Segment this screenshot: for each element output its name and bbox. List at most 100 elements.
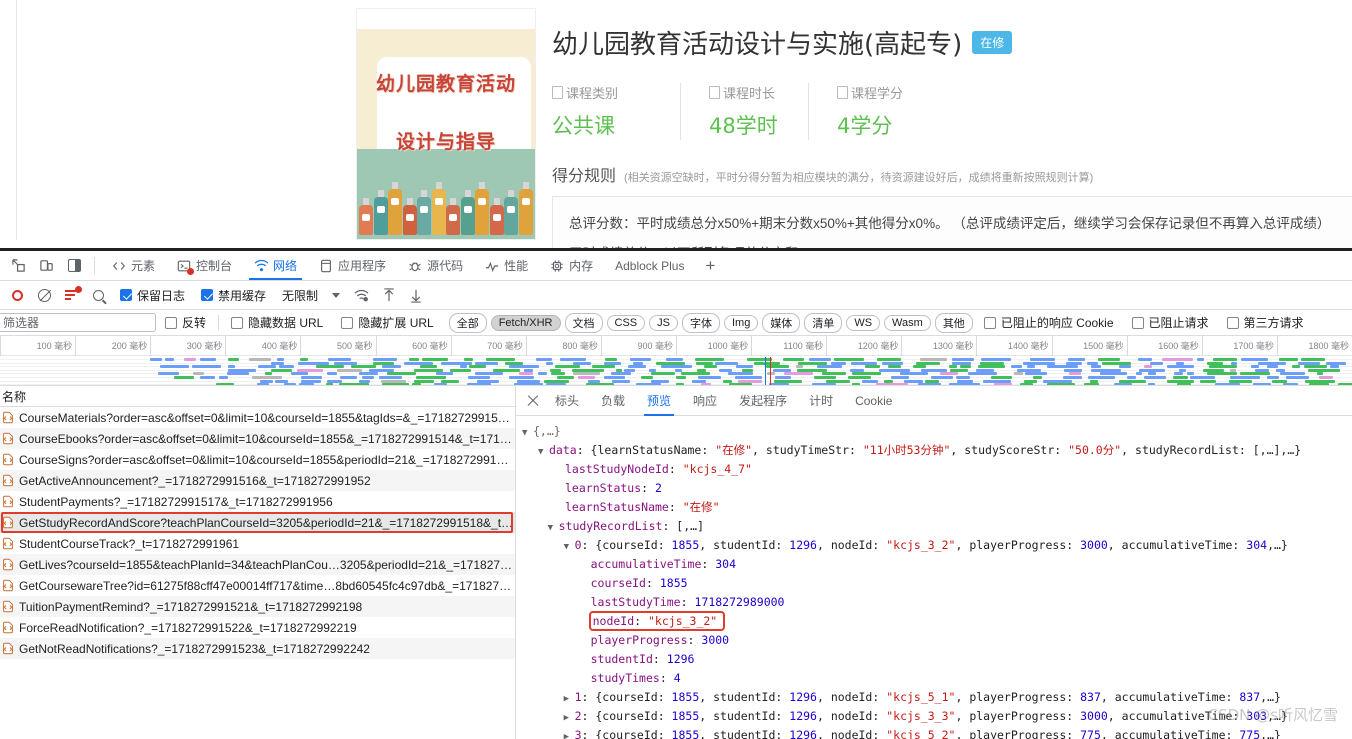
type-filter-其他[interactable]: 其他	[934, 312, 973, 333]
inspect-element-icon[interactable]	[4, 251, 32, 280]
request-name: CourseSigns?order=asc&offset=0&limit=10&…	[19, 452, 509, 467]
json-row[interactable]: courseId: 1855	[522, 574, 1352, 593]
json-row[interactable]: 3: {courseId: 1855, studentId: 1296, nod…	[522, 726, 1352, 739]
tab-adblock-plus[interactable]: Adblock Plus	[604, 251, 695, 280]
json-row[interactable]: learnStatus: 2	[522, 479, 1352, 498]
waterfall-bar	[460, 365, 468, 369]
waterfall-bar	[833, 358, 865, 361]
close-icon[interactable]	[522, 390, 544, 412]
table-row[interactable]: GetNotReadNotifications?_=1718272991523&…	[0, 638, 515, 659]
table-row[interactable]: GetCoursewareTree?id=61275f88cff47e00014…	[0, 575, 515, 596]
device-toolbar-icon[interactable]	[32, 251, 60, 280]
network-conditions-icon[interactable]	[348, 282, 375, 308]
waterfall-bar	[666, 358, 684, 361]
type-filter-css[interactable]: CSS	[606, 314, 646, 331]
detail-tab-响应[interactable]: 响应	[682, 386, 728, 416]
tab-网络[interactable]: 网络	[243, 251, 308, 280]
detail-tab-计时[interactable]: 计时	[798, 386, 844, 416]
clear-button[interactable]	[31, 282, 58, 308]
more-tabs-button[interactable]: +	[695, 251, 725, 280]
table-row[interactable]: GetActiveAnnouncement?_=1718272991516&_t…	[0, 470, 515, 491]
json-row[interactable]: studentId: 1296	[522, 650, 1352, 669]
throttling-dropdown[interactable]: 无限制	[274, 287, 348, 304]
json-row[interactable]: lastStudyNodeId: "kcjs_4_7"	[522, 460, 1352, 479]
json-row[interactable]: 2: {courseId: 1855, studentId: 1296, nod…	[522, 707, 1352, 726]
type-filter-清单[interactable]: 清单	[804, 312, 843, 333]
table-row[interactable]: CourseSigns?order=asc&offset=0&limit=10&…	[0, 449, 515, 470]
hide-extension-urls-checkbox[interactable]: 隐藏扩展 URL	[332, 314, 442, 331]
export-har-icon[interactable]	[402, 282, 429, 308]
json-token: "kcjs_3_2"	[648, 614, 718, 628]
scoring-rule-line: 总评分数：平时成绩总分x50%+期末分数x50%+其他得分x0%。 （总评成绩评…	[569, 216, 1331, 231]
waterfall-bar	[412, 383, 422, 385]
blocked-cookies-checkbox[interactable]: 已阻止的响应 Cookie	[975, 314, 1123, 331]
type-filter-字体[interactable]: 字体	[681, 312, 720, 333]
invert-checkbox[interactable]: 反转	[156, 314, 215, 331]
json-row[interactable]: 1: {courseId: 1855, studentId: 1296, nod…	[522, 688, 1352, 707]
detail-tab-负载[interactable]: 负载	[590, 386, 636, 416]
record-button[interactable]	[4, 282, 31, 308]
json-row[interactable]: playerProgress: 3000	[522, 631, 1352, 650]
json-row[interactable]: studyRecordList: [,…]	[522, 517, 1352, 536]
network-overview-timeline[interactable]: 100 毫秒 200 毫秒 300 毫秒 400 毫秒 500 毫秒 600 毫秒 700 …	[0, 336, 1352, 386]
table-row[interactable]: CourseMaterials?order=asc&offset=0&limit…	[0, 407, 515, 428]
preserve-log-checkbox[interactable]: 保留日志	[112, 287, 193, 304]
tab-性能[interactable]: 性能	[474, 251, 539, 280]
hide-data-urls-checkbox[interactable]: 隐藏数据 URL	[222, 314, 332, 331]
json-row[interactable]: lastStudyTime: 1718272989000	[522, 593, 1352, 612]
filter-input[interactable]: 筛选器	[0, 313, 156, 332]
table-row[interactable]: StudentCourseTrack?_t=1718272991961	[0, 533, 515, 554]
detail-tab-cookie[interactable]: Cookie	[844, 386, 903, 416]
tab-元素[interactable]: 元素	[101, 251, 166, 280]
third-party-checkbox[interactable]: 第三方请求	[1218, 314, 1313, 331]
type-filter-全部[interactable]: 全部	[448, 312, 487, 333]
waterfall-bar	[274, 379, 288, 383]
tab-控制台[interactable]: 控制台	[166, 251, 243, 280]
json-row[interactable]: data: {learnStatusName: "在修", studyTimeS…	[522, 441, 1352, 460]
json-row[interactable]: {,…}	[522, 422, 1352, 441]
waterfall-bar	[1307, 368, 1340, 372]
tab-内存[interactable]: 内存	[539, 251, 604, 280]
table-row[interactable]: GetLives?courseId=1855&teachPlanId=34&te…	[0, 554, 515, 575]
preview-json-tree[interactable]: {,…}data: {learnStatusName: "在修", studyT…	[516, 416, 1352, 739]
type-filter-fetch-xhr[interactable]: Fetch/XHR	[490, 314, 561, 331]
waterfall-bar	[467, 376, 490, 379]
waterfall-bar	[1187, 372, 1194, 376]
triangle-right-icon[interactable]	[564, 728, 575, 739]
table-row[interactable]: TuitionPaymentRemind?_=1718272991521&_t=…	[0, 596, 515, 617]
blocked-requests-checkbox[interactable]: 已阻止请求	[1123, 314, 1218, 331]
json-row[interactable]: studyTimes: 4	[522, 669, 1352, 688]
detail-tab-预览[interactable]: 预览	[636, 386, 682, 416]
json-row[interactable]: nodeId: "kcjs_3_2"	[522, 611, 1352, 631]
json-token: 4	[673, 671, 681, 685]
import-har-icon[interactable]	[375, 282, 402, 308]
filter-icon[interactable]	[58, 282, 85, 308]
request-table-header[interactable]: 名称	[0, 386, 515, 407]
type-filter-wasm[interactable]: Wasm	[884, 314, 931, 331]
tab-源代码[interactable]: 源代码	[397, 251, 474, 280]
tab-应用程序[interactable]: 应用程序	[308, 251, 397, 280]
performance-icon	[485, 259, 499, 273]
search-icon[interactable]	[85, 282, 112, 308]
table-row[interactable]: GetStudyRecordAndScore?teachPlanCourseId…	[0, 512, 515, 533]
type-filter-文档[interactable]: 文档	[564, 312, 603, 333]
disable-cache-checkbox[interactable]: 禁用缓存	[193, 287, 274, 304]
timeline-tick: 1300 毫秒	[901, 336, 976, 356]
type-filter-img[interactable]: Img	[723, 314, 759, 331]
request-list[interactable]: CourseMaterials?order=asc&offset=0&limit…	[0, 407, 515, 739]
type-filter-ws[interactable]: WS	[846, 314, 881, 331]
type-filter-js[interactable]: JS	[649, 314, 678, 331]
detail-tab-发起程序[interactable]: 发起程序	[728, 386, 798, 416]
type-filter-媒体[interactable]: 媒体	[762, 312, 801, 333]
waterfall-bar	[916, 361, 941, 365]
table-row[interactable]: ForceReadNotification?_=1718272991522&_t…	[0, 617, 515, 638]
detail-tab-标头[interactable]: 标头	[544, 386, 590, 416]
json-row[interactable]: accumulativeTime: 304	[522, 555, 1352, 574]
table-row[interactable]: CourseEbooks?order=asc&offset=0&limit=10…	[0, 428, 515, 449]
json-row[interactable]: 0: {courseId: 1855, studentId: 1296, nod…	[522, 536, 1352, 555]
json-token: , nodeId:	[816, 538, 887, 552]
json-token: , accumulativeTime:	[1100, 728, 1240, 739]
dock-side-icon[interactable]	[60, 251, 88, 280]
json-row[interactable]: learnStatusName: "在修"	[522, 498, 1352, 517]
table-row[interactable]: StudentPayments?_=1718272991517&_t=17182…	[0, 491, 515, 512]
